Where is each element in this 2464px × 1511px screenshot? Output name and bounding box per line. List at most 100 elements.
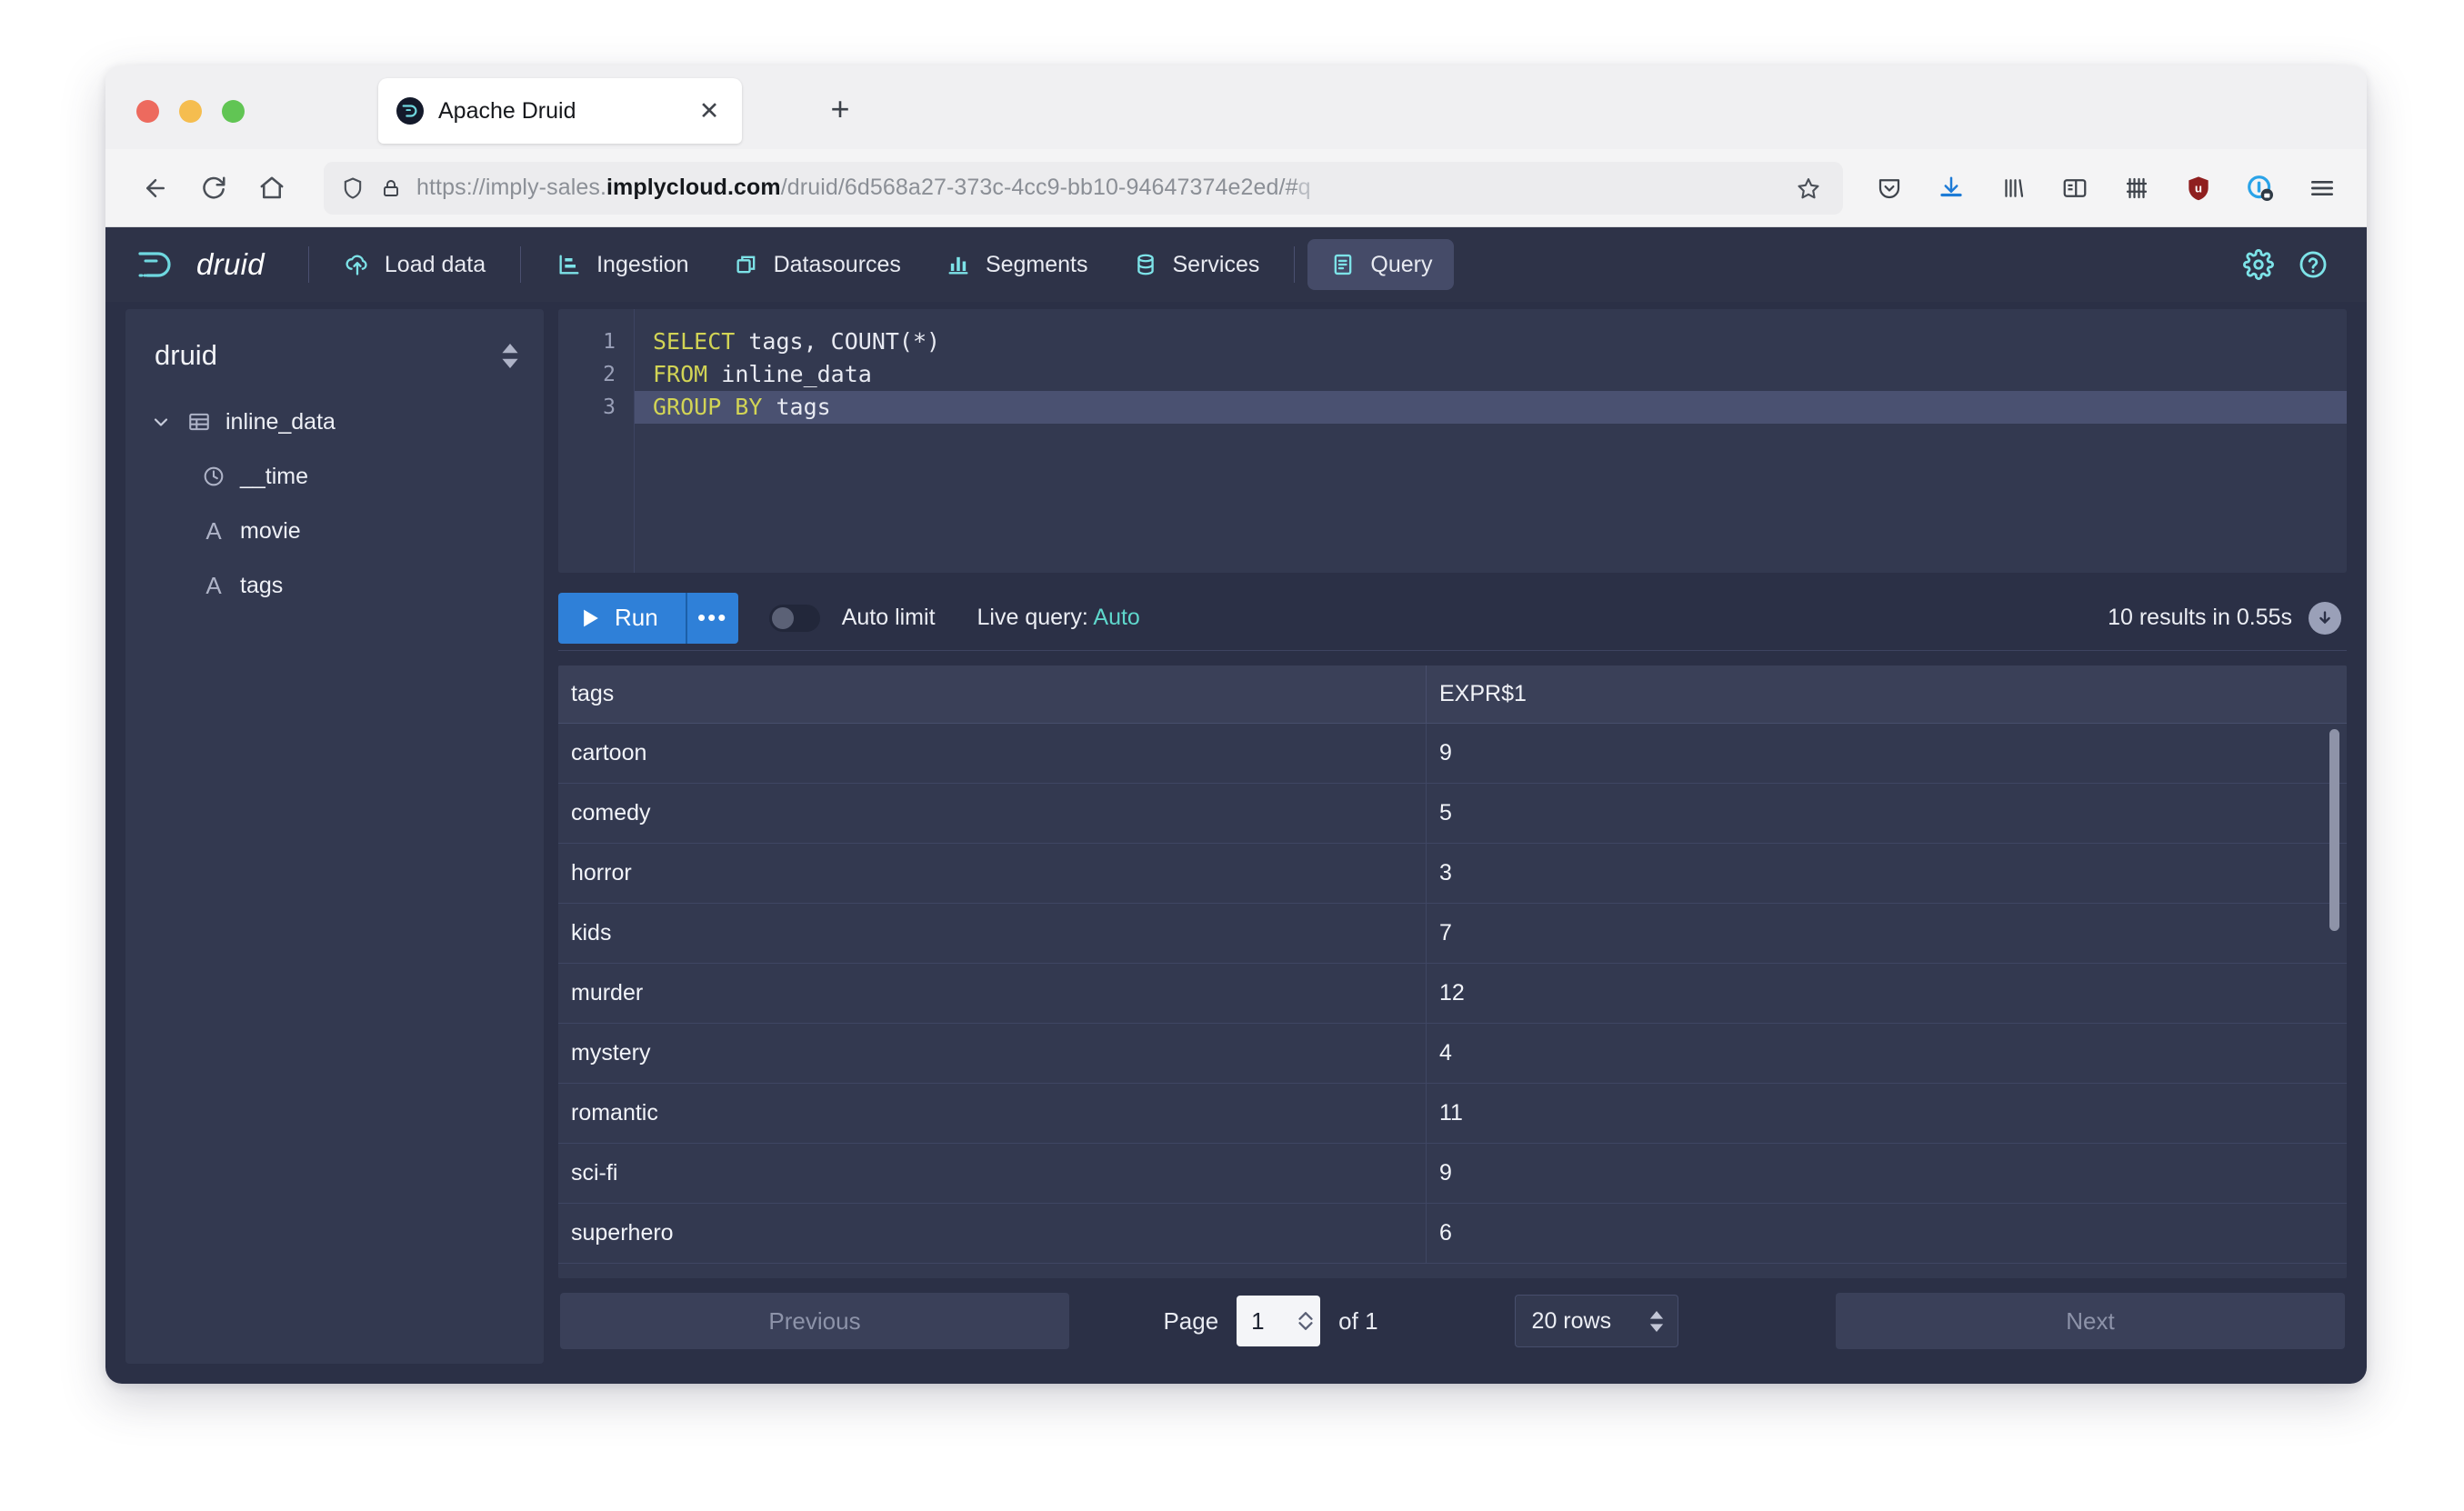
- cell-tags: romantic: [558, 1084, 1427, 1143]
- cell-tags: mystery: [558, 1024, 1427, 1083]
- nav-item-ingestion[interactable]: Ingestion: [534, 239, 710, 290]
- download-circle-icon[interactable]: [2309, 602, 2341, 635]
- cell-tags: murder: [558, 964, 1427, 1023]
- reload-icon[interactable]: [187, 162, 240, 215]
- page-number-input[interactable]: 1: [1237, 1296, 1320, 1346]
- results-vertical-scrollbar[interactable]: [2329, 729, 2339, 931]
- nav-item-services[interactable]: Services: [1110, 239, 1282, 290]
- tree-item-tags[interactable]: A tags: [125, 558, 544, 613]
- query-document-icon: [1329, 251, 1357, 278]
- clock-icon: [200, 463, 227, 490]
- auto-limit-toggle[interactable]: [769, 605, 820, 632]
- cell-expr: 9: [1427, 1144, 2347, 1203]
- close-tab-icon[interactable]: ✕: [695, 96, 724, 125]
- rows-per-page-select[interactable]: 20 rows: [1515, 1295, 1678, 1347]
- ublock-origin-icon[interactable]: u: [2178, 167, 2219, 209]
- url-path: /druid/6d568a27-373c-4cc9-bb10-94647374e…: [781, 175, 1298, 200]
- results-table: tags EXPR$1 cartoon 9 comedy 5: [558, 665, 2347, 1278]
- nav-item-query[interactable]: Query: [1307, 239, 1454, 290]
- table-row[interactable]: sci-fi 9: [558, 1144, 2347, 1204]
- cell-tags: horror: [558, 844, 1427, 903]
- table-row[interactable]: superhero 6: [558, 1204, 2347, 1264]
- page-number-stepper[interactable]: [1298, 1312, 1313, 1330]
- nav-item-load-data[interactable]: Load data: [322, 239, 507, 290]
- cell-tags: comedy: [558, 784, 1427, 843]
- druid-brand[interactable]: druid: [133, 245, 295, 285]
- privacy-badger-icon[interactable]: [2239, 167, 2281, 209]
- column-header-tags[interactable]: tags: [558, 665, 1427, 723]
- back-arrow-icon[interactable]: [129, 162, 182, 215]
- table-row[interactable]: kids 7: [558, 904, 2347, 964]
- sql-keyword: SELECT: [653, 328, 735, 355]
- star-icon[interactable]: [1790, 170, 1827, 206]
- brand-name: druid: [196, 247, 265, 282]
- run-more-options-button[interactable]: •••: [686, 593, 738, 644]
- druid-body: druid: [105, 302, 2367, 1384]
- database-cylinder-icon: [1132, 251, 1159, 278]
- cell-expr: 6: [1427, 1204, 2347, 1263]
- pocket-save-icon[interactable]: [1868, 167, 1910, 209]
- url-text[interactable]: https://imply-sales.implycloud.com/druid…: [416, 175, 1776, 201]
- cell-expr: 3: [1427, 844, 2347, 903]
- next-page-button[interactable]: Next: [1836, 1293, 2345, 1349]
- cell-expr: 4: [1427, 1024, 2347, 1083]
- browser-window: Apache Druid ✕ + ht: [105, 65, 2367, 1384]
- run-button[interactable]: Run: [558, 593, 686, 644]
- sidebar-icon[interactable]: [2054, 167, 2096, 209]
- new-tab-button[interactable]: +: [822, 91, 858, 127]
- toggle-knob: [772, 607, 794, 629]
- line-number: 3: [558, 391, 634, 424]
- tracking-protection-icon[interactable]: [340, 175, 366, 201]
- table-row[interactable]: horror 3: [558, 844, 2347, 904]
- table-row[interactable]: mystery 4: [558, 1024, 2347, 1084]
- table-row[interactable]: comedy 5: [558, 784, 2347, 844]
- chevron-down-icon[interactable]: [149, 411, 173, 433]
- gear-icon[interactable]: [2243, 249, 2274, 280]
- cell-tags: sci-fi: [558, 1144, 1427, 1203]
- nav-divider: [308, 246, 309, 283]
- minimize-window-button[interactable]: [179, 100, 202, 123]
- browser-tab[interactable]: Apache Druid ✕: [378, 78, 742, 144]
- tree-item-time[interactable]: __time: [125, 449, 544, 504]
- home-icon[interactable]: [245, 162, 298, 215]
- sort-updown-icon[interactable]: [500, 344, 520, 368]
- hamburger-menu-icon[interactable]: [2301, 167, 2343, 209]
- sql-keyword: GROUP BY: [653, 394, 762, 420]
- maximize-window-button[interactable]: [222, 100, 245, 123]
- desktop-backdrop: Apache Druid ✕ + ht: [0, 0, 2464, 1511]
- page-controls: Page 1 of 1 20 rows: [1069, 1295, 1836, 1347]
- results-info: 10 results in 0.55s: [2108, 602, 2347, 635]
- svg-text:u: u: [2195, 181, 2202, 195]
- cell-expr: 12: [1427, 964, 2347, 1023]
- container-tabs-icon[interactable]: [2116, 167, 2158, 209]
- live-query-control[interactable]: Live query: Auto: [977, 605, 1140, 631]
- editor-line-numbers: 1 2 3: [558, 309, 635, 573]
- table-row[interactable]: murder 12: [558, 964, 2347, 1024]
- navbar-right-actions: [2243, 249, 2336, 280]
- string-letter-icon: A: [200, 572, 227, 599]
- table-row[interactable]: romantic 11: [558, 1084, 2347, 1144]
- nav-item-query-label: Query: [1370, 252, 1432, 278]
- query-run-toolbar: Run ••• Auto limit Live query: Auto 10 r…: [558, 573, 2347, 651]
- close-window-button[interactable]: [136, 100, 159, 123]
- live-query-label: Live query:: [977, 605, 1088, 630]
- library-icon[interactable]: [1992, 167, 2034, 209]
- url-bar[interactable]: https://imply-sales.implycloud.com/druid…: [324, 162, 1843, 215]
- tree-item-label: __time: [240, 464, 308, 490]
- table-row[interactable]: cartoon 9: [558, 724, 2347, 784]
- editor-code-area[interactable]: SELECT tags, COUNT(*) FROM inline_data G…: [635, 309, 2347, 573]
- nav-item-datasources[interactable]: Datasources: [711, 239, 923, 290]
- sql-keyword: FROM: [653, 361, 707, 387]
- tree-item-inline-data[interactable]: inline_data: [125, 395, 544, 449]
- previous-page-button[interactable]: Previous: [560, 1293, 1069, 1349]
- help-circle-icon[interactable]: [2298, 249, 2329, 280]
- column-header-expr[interactable]: EXPR$1: [1427, 665, 2347, 723]
- download-icon[interactable]: [1930, 167, 1972, 209]
- sql-editor[interactable]: 1 2 3 SELECT tags, COUNT(*) FROM inline_…: [558, 309, 2347, 573]
- tree-item-movie[interactable]: A movie: [125, 504, 544, 558]
- table-grid-icon: [185, 408, 213, 435]
- nav-item-segments[interactable]: Segments: [923, 239, 1110, 290]
- cell-expr: 9: [1427, 724, 2347, 783]
- tree-item-label: inline_data: [225, 409, 336, 435]
- url-tail: q: [1298, 175, 1311, 200]
